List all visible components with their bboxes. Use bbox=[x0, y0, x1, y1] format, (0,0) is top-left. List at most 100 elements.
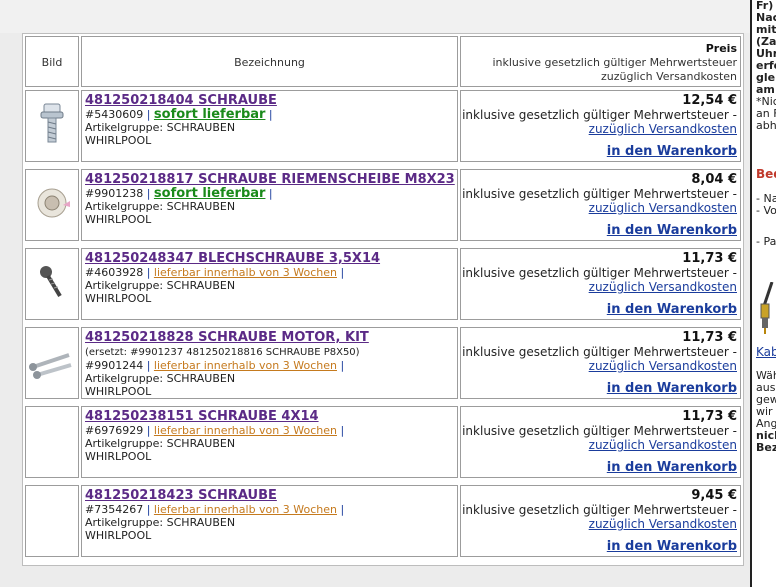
price-value: 12,54 € bbox=[682, 93, 737, 108]
product-title-link[interactable]: 481250238151 SCHRAUBE 4X14 bbox=[85, 409, 319, 424]
add-to-cart-link[interactable]: in den Warenkorb bbox=[607, 540, 737, 554]
product-description: 481250238151 SCHRAUBE 4X14 #6976929 | lie… bbox=[81, 406, 458, 478]
separator: | bbox=[143, 503, 154, 516]
vat-note: inklusive gesetzlich gültiger Mehrwertst… bbox=[462, 187, 737, 201]
price-cell: 9,45 € inklusive gesetzlich gültiger Mehr… bbox=[460, 485, 741, 557]
price-value: 11,73 € bbox=[682, 409, 737, 424]
vat-note: inklusive gesetzlich gültiger Mehrwertst… bbox=[462, 266, 737, 280]
add-to-cart-link[interactable]: in den Warenkorb bbox=[607, 461, 737, 475]
availability-link[interactable]: lieferbar innerhalb von 3 Wochen bbox=[154, 503, 337, 516]
availability-link[interactable]: lieferbar innerhalb von 3 Wochen bbox=[154, 359, 337, 372]
sheet-metal-screw-icon bbox=[34, 262, 70, 306]
sidebar-list-item: - Pa bbox=[756, 235, 776, 248]
article-group: Artikelgruppe: SCHRAUBEN bbox=[85, 279, 236, 292]
washer-screw-icon bbox=[30, 183, 74, 227]
vat-note: inklusive gesetzlich gültiger Mehrwertst… bbox=[462, 503, 737, 517]
brand: WHIRLPOOL bbox=[85, 385, 152, 398]
top-bar bbox=[0, 0, 750, 33]
sidebar-text-line: abh bbox=[756, 119, 776, 132]
separator: | bbox=[265, 108, 273, 121]
product-code: #7354267 bbox=[85, 503, 144, 516]
screw-kit-icon bbox=[27, 341, 77, 385]
add-to-cart-link[interactable]: in den Warenkorb bbox=[607, 303, 737, 317]
brand: WHIRLPOOL bbox=[85, 292, 152, 305]
sidebar-list-item: - Vo bbox=[756, 204, 776, 217]
price-value: 9,45 € bbox=[691, 488, 737, 503]
product-code: #9901238 bbox=[85, 187, 144, 200]
header-preis: Preis inklusive gesetzlich gültiger Mehr… bbox=[460, 36, 741, 87]
article-group: Artikelgruppe: SCHRAUBEN bbox=[85, 200, 236, 213]
brand: WHIRLPOOL bbox=[85, 450, 152, 463]
sidebar-text-line: Bez bbox=[756, 441, 776, 454]
article-group: Artikelgruppe: SCHRAUBEN bbox=[85, 121, 236, 134]
separator: | bbox=[265, 187, 273, 200]
shipping-link[interactable]: zuzüglich Versandkosten bbox=[589, 201, 737, 215]
vat-note: inklusive gesetzlich gültiger Mehrwertst… bbox=[462, 108, 737, 122]
product-image-cell bbox=[25, 90, 79, 162]
shipping-link[interactable]: zuzüglich Versandkosten bbox=[589, 280, 737, 294]
sidebar-heading: Bed bbox=[756, 167, 776, 181]
product-image-cell bbox=[25, 406, 79, 478]
availability-link[interactable]: lieferbar innerhalb von 3 Wochen bbox=[154, 424, 337, 437]
availability-link[interactable]: sofort lieferbar bbox=[154, 107, 266, 122]
product-image-cell bbox=[25, 327, 79, 399]
shipping-link[interactable]: zuzüglich Versandkosten bbox=[589, 438, 737, 452]
header-preis-title: Preis bbox=[705, 42, 737, 55]
shipping-link[interactable]: zuzüglich Versandkosten bbox=[589, 359, 737, 373]
separator: | bbox=[336, 266, 345, 279]
product-table: Bild Bezeichnung Preis inklusive gesetzl… bbox=[22, 33, 744, 566]
shipping-link[interactable]: zuzüglich Versandkosten bbox=[589, 517, 737, 531]
vat-note: inklusive gesetzlich gültiger Mehrwertst… bbox=[462, 424, 737, 438]
article-group: Artikelgruppe: SCHRAUBEN bbox=[85, 437, 236, 450]
product-description: 481250218828 SCHRAUBE MOTOR, KIT (ersetzt… bbox=[81, 327, 458, 399]
product-title-link[interactable]: 481250218404 SCHRAUBE bbox=[85, 93, 277, 108]
separator: | bbox=[143, 187, 154, 200]
header-bild: Bild bbox=[25, 36, 79, 87]
product-image-cell bbox=[25, 248, 79, 320]
price-cell: 8,04 € inklusive gesetzlich gültiger Mehr… bbox=[460, 169, 741, 241]
product-code: #4603928 bbox=[85, 266, 144, 279]
shipping-link[interactable]: zuzüglich Versandkosten bbox=[589, 122, 737, 136]
separator: | bbox=[336, 424, 345, 437]
brand: WHIRLPOOL bbox=[85, 529, 152, 542]
price-cell: 11,73 € inklusive gesetzlich gültiger Meh… bbox=[460, 327, 741, 399]
product-title-link[interactable]: 481250248347 BLECHSCHRAUBE 3,5X14 bbox=[85, 251, 380, 266]
price-cell: 12,54 € inklusive gesetzlich gültiger Meh… bbox=[460, 90, 741, 162]
right-sidebar: Fr)Nacmit(ZaUhrerfogleam*Nican FabhBed- … bbox=[750, 0, 776, 587]
product-description: 481250248347 BLECHSCHRAUBE 3,5X14 #460392… bbox=[81, 248, 458, 320]
header-preis-shipping: zuzüglich Versandkosten bbox=[601, 70, 737, 83]
price-value: 8,04 € bbox=[691, 172, 737, 187]
cable-plug-icon bbox=[760, 282, 774, 334]
product-description: 481250218817 SCHRAUBE RIEMENSCHEIBE M8X2… bbox=[81, 169, 458, 241]
add-to-cart-link[interactable]: in den Warenkorb bbox=[607, 224, 737, 238]
add-to-cart-link[interactable]: in den Warenkorb bbox=[607, 382, 737, 396]
product-image-cell bbox=[25, 169, 79, 241]
screw-icon bbox=[35, 102, 69, 150]
product-title-link[interactable]: 481250218828 SCHRAUBE MOTOR, KIT bbox=[85, 330, 369, 345]
brand: WHIRLPOOL bbox=[85, 134, 152, 147]
separator: | bbox=[143, 266, 154, 279]
header-bezeichnung: Bezeichnung bbox=[81, 36, 458, 87]
product-title-link[interactable]: 481250218817 SCHRAUBE RIEMENSCHEIBE M8X2… bbox=[85, 172, 455, 187]
price-value: 11,73 € bbox=[682, 251, 737, 266]
product-description: 481250218423 SCHRAUBE #7354267 | lieferba… bbox=[81, 485, 458, 557]
price-cell: 11,73 € inklusive gesetzlich gültiger Meh… bbox=[460, 248, 741, 320]
separator: | bbox=[336, 359, 345, 372]
brand: WHIRLPOOL bbox=[85, 213, 152, 226]
sidebar-link[interactable]: Kab bbox=[756, 346, 776, 358]
price-value: 11,73 € bbox=[682, 330, 737, 345]
availability-link[interactable]: sofort lieferbar bbox=[154, 186, 266, 201]
price-cell: 11,73 € inklusive gesetzlich gültiger Meh… bbox=[460, 406, 741, 478]
product-title-link[interactable]: 481250218423 SCHRAUBE bbox=[85, 488, 277, 503]
product-code: #5430609 bbox=[85, 108, 144, 121]
separator: | bbox=[336, 503, 345, 516]
availability-link[interactable]: lieferbar innerhalb von 3 Wochen bbox=[154, 266, 337, 279]
replaced-note: (ersetzt: #9901237 481250218816 SCHRAUBE… bbox=[85, 347, 360, 358]
separator: | bbox=[143, 108, 154, 121]
add-to-cart-link[interactable]: in den Warenkorb bbox=[607, 145, 737, 159]
product-code: #9901244 bbox=[85, 359, 144, 372]
product-code: #6976929 bbox=[85, 424, 144, 437]
separator: | bbox=[143, 359, 154, 372]
article-group: Artikelgruppe: SCHRAUBEN bbox=[85, 372, 236, 385]
header-preis-vat: inklusive gesetzlich gültiger Mehrwertst… bbox=[492, 56, 737, 69]
